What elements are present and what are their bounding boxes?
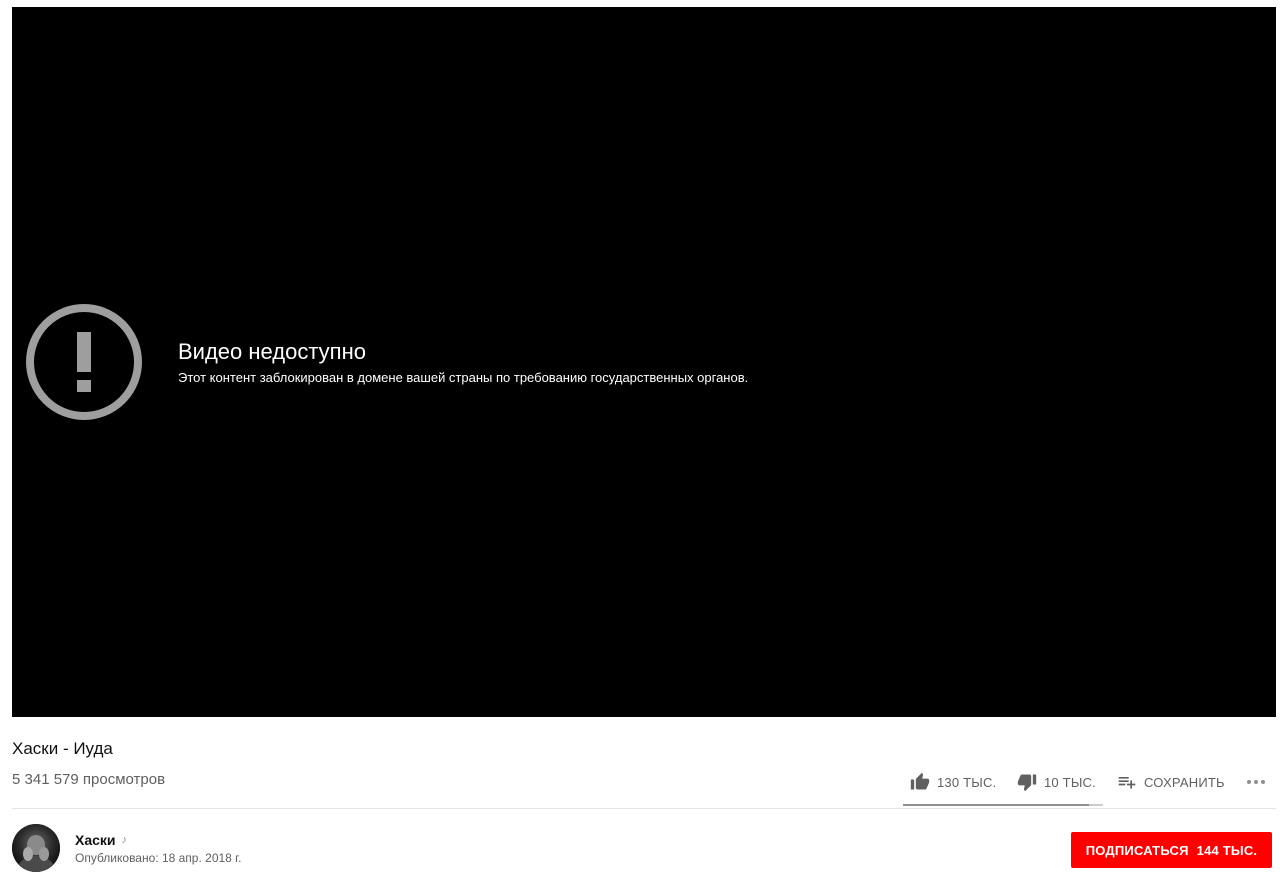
channel-avatar[interactable] bbox=[12, 824, 60, 872]
channel-name: Хаски bbox=[75, 832, 116, 848]
video-player[interactable]: Видео недоступно Этот контент заблокиров… bbox=[12, 7, 1276, 717]
watch-page: Видео недоступно Этот контент заблокиров… bbox=[0, 0, 1280, 876]
save-button[interactable]: СОХРАНИТЬ bbox=[1117, 768, 1225, 796]
publish-date: Опубликовано: 18 апр. 2018 г. bbox=[75, 851, 242, 865]
dislike-count: 10 ТЫС. bbox=[1044, 774, 1096, 790]
error-title: Видео недоступно bbox=[178, 339, 366, 364]
more-horizontal-icon bbox=[1247, 780, 1265, 784]
like-count: 130 ТЫС. bbox=[937, 774, 997, 790]
more-actions-button[interactable] bbox=[1244, 768, 1268, 796]
view-count: 5 341 579 просмотров bbox=[12, 771, 166, 788]
video-title: Хаски - Иуда bbox=[12, 739, 113, 758]
playlist-add-icon bbox=[1118, 777, 1136, 789]
dislike-button[interactable]: 10 ТЫС. bbox=[1017, 768, 1096, 796]
like-button[interactable]: 130 ТЫС. bbox=[910, 768, 996, 796]
sentiment-bar bbox=[903, 804, 1103, 806]
subscribe-button[interactable]: ПОДПИСАТЬСЯ 144 ТЫС. bbox=[1071, 832, 1272, 868]
save-label: СОХРАНИТЬ bbox=[1144, 774, 1225, 790]
subscribe-label: ПОДПИСАТЬСЯ bbox=[1085, 842, 1189, 858]
thumbs-up-icon bbox=[910, 772, 930, 790]
channel-name-link[interactable]: Хаски ♪ bbox=[75, 831, 127, 849]
thumbs-down-icon bbox=[1017, 774, 1037, 792]
sentiment-bar-likes bbox=[903, 804, 1089, 806]
alert-circle-icon bbox=[26, 304, 142, 420]
divider bbox=[12, 808, 1276, 809]
error-message: Этот контент заблокирован в домене вашей… bbox=[178, 370, 749, 385]
subscriber-count: 144 ТЫС. bbox=[1196, 842, 1258, 858]
avatar-image bbox=[12, 824, 60, 872]
music-note-icon: ♪ bbox=[121, 834, 128, 846]
